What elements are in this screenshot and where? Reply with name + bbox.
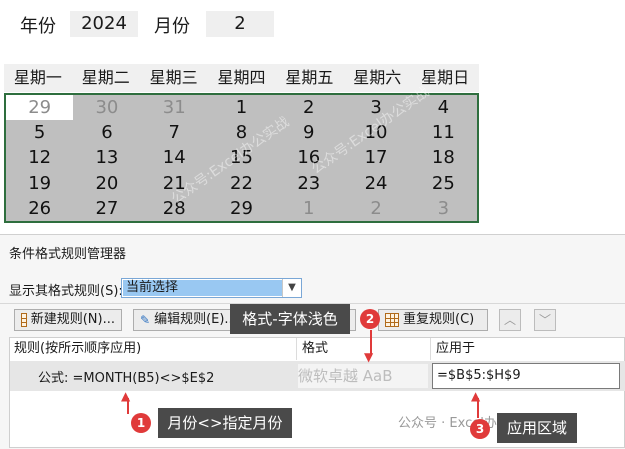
duplicate-rule-icon	[385, 313, 399, 327]
edit-rule-icon: ✎	[140, 313, 151, 327]
duplicate-rule-label: 重复规则(C)	[403, 312, 475, 327]
new-rule-icon	[21, 313, 27, 327]
applies-to-input[interactable]: =$B$5:$H$9	[432, 363, 620, 389]
calendar-row: 19 20 21 22 23 24 25	[6, 171, 477, 196]
move-down-button[interactable]: ﹀	[534, 309, 556, 331]
calendar-day-cell[interactable]: 20	[73, 171, 140, 196]
calendar-day-cell[interactable]: 1	[275, 196, 342, 221]
badge-1: 1	[131, 413, 151, 433]
duplicate-rule-button[interactable]: 重复规则(C)	[378, 309, 488, 331]
calendar-day-cell[interactable]: 3	[410, 196, 477, 221]
weekday-header: 星期二	[81, 68, 130, 87]
calendar-day-cell[interactable]: 24	[342, 171, 409, 196]
calendar-day-cell[interactable]: 30	[73, 95, 140, 120]
calendar-day-cell[interactable]: 5	[6, 120, 73, 145]
weekday-header-row: 星期一 星期二 星期三 星期四 星期五 星期六 星期日	[4, 64, 479, 92]
calendar-row: 26 27 28 29 1 2 3	[6, 196, 477, 221]
column-header-applies-to[interactable]: 应用于	[436, 338, 475, 360]
calendar-day-cell[interactable]: 14	[141, 145, 208, 170]
calendar-day-cell[interactable]: 12	[6, 145, 73, 170]
dialog-title: 条件格式规则管理器	[9, 246, 127, 261]
format-preview: 微软卓越 AaB	[298, 364, 428, 388]
show-rules-dropdown[interactable]: 当前选择 ▼	[121, 278, 302, 298]
badge-2: 2	[360, 309, 380, 329]
new-rule-button[interactable]: 新建规则(N)...	[14, 309, 122, 331]
calendar-day-cell[interactable]: 27	[73, 196, 140, 221]
edit-rule-label: 编辑规则(E)...	[154, 312, 237, 327]
calendar-day-cell[interactable]: 29	[208, 196, 275, 221]
calendar-day-cell[interactable]: 23	[275, 171, 342, 196]
calendar-day-cell[interactable]: 13	[73, 145, 140, 170]
calendar-day-cell[interactable]: 2	[342, 196, 409, 221]
badge-3: 3	[470, 419, 490, 439]
calendar-day-cell[interactable]: 18	[410, 145, 477, 170]
weekday-header: 星期一	[13, 68, 62, 87]
calendar-day-cell[interactable]: 11	[410, 120, 477, 145]
arrow-1	[127, 398, 129, 414]
month-label: 月份	[154, 16, 190, 37]
callout-format: 格式-字体浅色	[230, 304, 350, 334]
calendar-day-cell[interactable]: 26	[6, 196, 73, 221]
arrow-3	[477, 398, 479, 418]
move-up-button[interactable]: ︿	[499, 309, 521, 331]
year-value-cell[interactable]: 2024	[70, 11, 138, 37]
column-divider	[296, 338, 297, 360]
weekday-header: 星期五	[285, 68, 334, 87]
callout-month-condition: 月份<>指定月份	[158, 408, 292, 438]
chevron-down-icon[interactable]: ▼	[282, 279, 301, 297]
weekday-header: 星期三	[149, 68, 198, 87]
column-divider	[430, 338, 431, 360]
calendar-day-cell[interactable]: 19	[6, 171, 73, 196]
show-rules-label: 显示其格式规则(S):	[9, 284, 123, 299]
calendar-day-cell[interactable]: 1	[208, 95, 275, 120]
calendar-day-cell[interactable]: 25	[410, 171, 477, 196]
column-header-rule[interactable]: 规则(按所示顺序应用)	[14, 338, 141, 360]
calendar-day-cell[interactable]: 31	[141, 95, 208, 120]
column-header-format[interactable]: 格式	[302, 338, 328, 360]
rule-formula-text: 公式: =MONTH(B5)<>$E$2	[38, 371, 215, 386]
show-rules-selected: 当前选择	[123, 280, 283, 296]
callout-apply-range: 应用区域	[497, 413, 577, 443]
weekday-header: 星期六	[353, 68, 402, 87]
calendar-day-cell[interactable]: 6	[73, 120, 140, 145]
new-rule-label: 新建规则(N)...	[30, 312, 115, 327]
calendar-day-cell[interactable]: 29	[6, 95, 74, 121]
weekday-header: 星期四	[217, 68, 266, 87]
year-label: 年份	[20, 16, 56, 37]
month-value-cell[interactable]: 2	[206, 11, 274, 37]
edit-rule-button[interactable]: ✎ 编辑规则(E)...	[133, 309, 237, 331]
calendar-day-cell[interactable]: 7	[141, 120, 208, 145]
arrow-down-icon: ▼	[364, 350, 374, 364]
